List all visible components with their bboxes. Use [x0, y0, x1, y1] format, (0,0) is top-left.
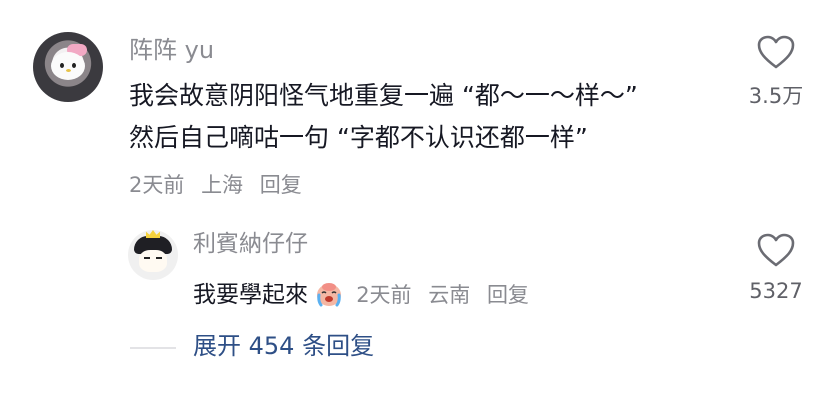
reply-username[interactable]: 利賓納仔仔 [193, 233, 308, 256]
comment-username[interactable]: 阵阵 yu [129, 38, 214, 62]
comment-meta: 2天前 上海 回复 [129, 175, 312, 196]
reply-like-count: 5327 [749, 279, 803, 303]
avatar-eye [60, 63, 64, 68]
avatar-face [139, 250, 167, 272]
avatar[interactable] [33, 32, 103, 102]
expand-replies-button[interactable]: 展开 454 条回复 [193, 334, 374, 358]
heart-icon[interactable] [756, 34, 796, 70]
avatar-eye [156, 257, 162, 259]
reply-row: 我要學起來 2天前 云南 回复 [193, 279, 539, 307]
comment-text-line-2: 然后自己嘀咕一句 “字都不认识还都一样” [129, 123, 588, 152]
reply-location: 云南 [428, 283, 471, 307]
crying-face-emoji-icon [317, 283, 342, 307]
comment-location: 上海 [201, 173, 244, 197]
comment-text-line-1: 我会故意阴阳怪气地重复一遍 “都～一～样～” [129, 81, 638, 110]
reply-reply-button[interactable]: 回复 [487, 283, 529, 307]
reply-time: 2天前 [356, 283, 412, 307]
avatar-eye [144, 257, 150, 259]
reply-avatar[interactable] [128, 230, 178, 280]
divider [130, 347, 176, 349]
crown-icon [146, 230, 160, 238]
heart-icon[interactable] [756, 232, 796, 268]
like-count: 3.5万 [748, 84, 804, 108]
avatar-eye [72, 63, 76, 68]
reply-meta: 2天前 云南 回复 [356, 283, 539, 307]
avatar-face [51, 52, 85, 80]
avatar-nose [66, 69, 71, 72]
comment-time: 2天前 [129, 173, 185, 197]
reply-button[interactable]: 回复 [260, 173, 302, 197]
reply-text: 我要學起來 [193, 282, 308, 308]
